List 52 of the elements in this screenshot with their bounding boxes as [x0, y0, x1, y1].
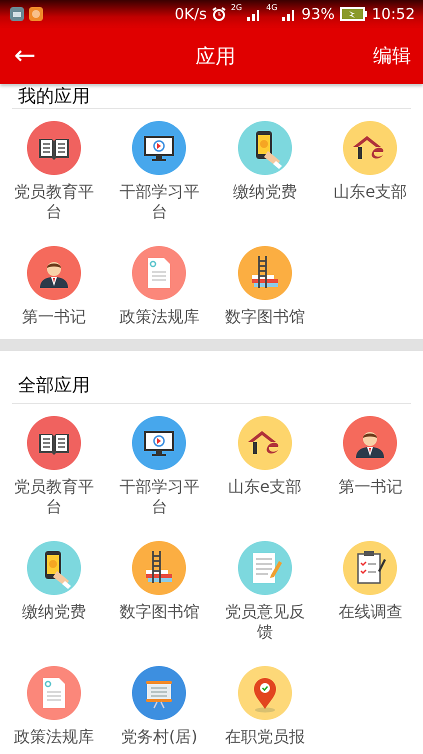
- document-icon: [132, 246, 186, 300]
- app-notification-icon: [10, 7, 24, 21]
- section-title: 全部应用: [17, 374, 90, 397]
- app-tile[interactable]: 缴纳党费: [224, 121, 306, 202]
- app-tile[interactable]: 党员教育平台: [12, 121, 95, 222]
- house-icon: [343, 121, 398, 175]
- app-tile[interactable]: 山东e支部: [329, 121, 412, 202]
- phone-icon: [26, 541, 81, 595]
- app-tile[interactable]: 数字图书馆: [224, 246, 306, 327]
- app-tile[interactable]: 干部学习平台: [118, 416, 200, 517]
- monitor-icon: [132, 121, 186, 175]
- house-icon: [238, 416, 292, 470]
- page-title: 应用: [194, 42, 236, 70]
- app-tile[interactable]: 党务村(居): [118, 666, 200, 747]
- document-icon: [26, 666, 81, 720]
- ladder-books-icon: [238, 246, 292, 300]
- app-tile[interactable]: 在线调查: [329, 541, 412, 622]
- battery-icon: [340, 7, 367, 21]
- network-label: 4G: [266, 3, 278, 12]
- app-tile[interactable]: 山东e支部: [224, 416, 306, 497]
- presentation-board-icon: [132, 666, 186, 720]
- app-tile[interactable]: 数字图书馆: [118, 541, 200, 622]
- clock-time: 10:52: [372, 5, 415, 23]
- app-tile[interactable]: 党员意见反馈: [224, 541, 306, 642]
- ladder-books-icon: [132, 541, 186, 595]
- notepad-icon: [238, 541, 292, 595]
- app-tile[interactable]: 党员教育平台: [12, 416, 95, 517]
- map-pin-icon: [238, 666, 292, 720]
- person-icon: [26, 246, 81, 300]
- network-label: 2G: [230, 3, 242, 12]
- app-tile[interactable]: 缴纳党费: [12, 541, 95, 622]
- book-icon: [26, 121, 81, 175]
- clipboard-icon: [343, 541, 398, 595]
- app-tile[interactable]: 政策法规库: [118, 246, 200, 327]
- app-tile[interactable]: 第一书记: [329, 416, 412, 497]
- network-speed: 0K/s: [174, 5, 207, 23]
- back-button[interactable]: ←: [14, 41, 58, 71]
- alarm-icon: [212, 7, 226, 21]
- app-tile[interactable]: 第一书记: [12, 246, 95, 327]
- app-tile[interactable]: 政策法规库: [12, 666, 95, 747]
- person-icon: [343, 416, 398, 470]
- signal-icon: [282, 7, 296, 21]
- edit-button[interactable]: 编辑: [373, 43, 411, 69]
- book-icon: [26, 416, 81, 470]
- app-tile[interactable]: 干部学习平台: [118, 121, 200, 222]
- phone-icon: [238, 121, 292, 175]
- app-notification-icon: [29, 7, 43, 21]
- app-tile[interactable]: 在职党员报: [224, 666, 306, 747]
- monitor-icon: [132, 416, 186, 470]
- signal-icon: [247, 7, 262, 21]
- battery-percentage: 93%: [301, 5, 335, 23]
- section-title: 我的应用: [17, 85, 90, 108]
